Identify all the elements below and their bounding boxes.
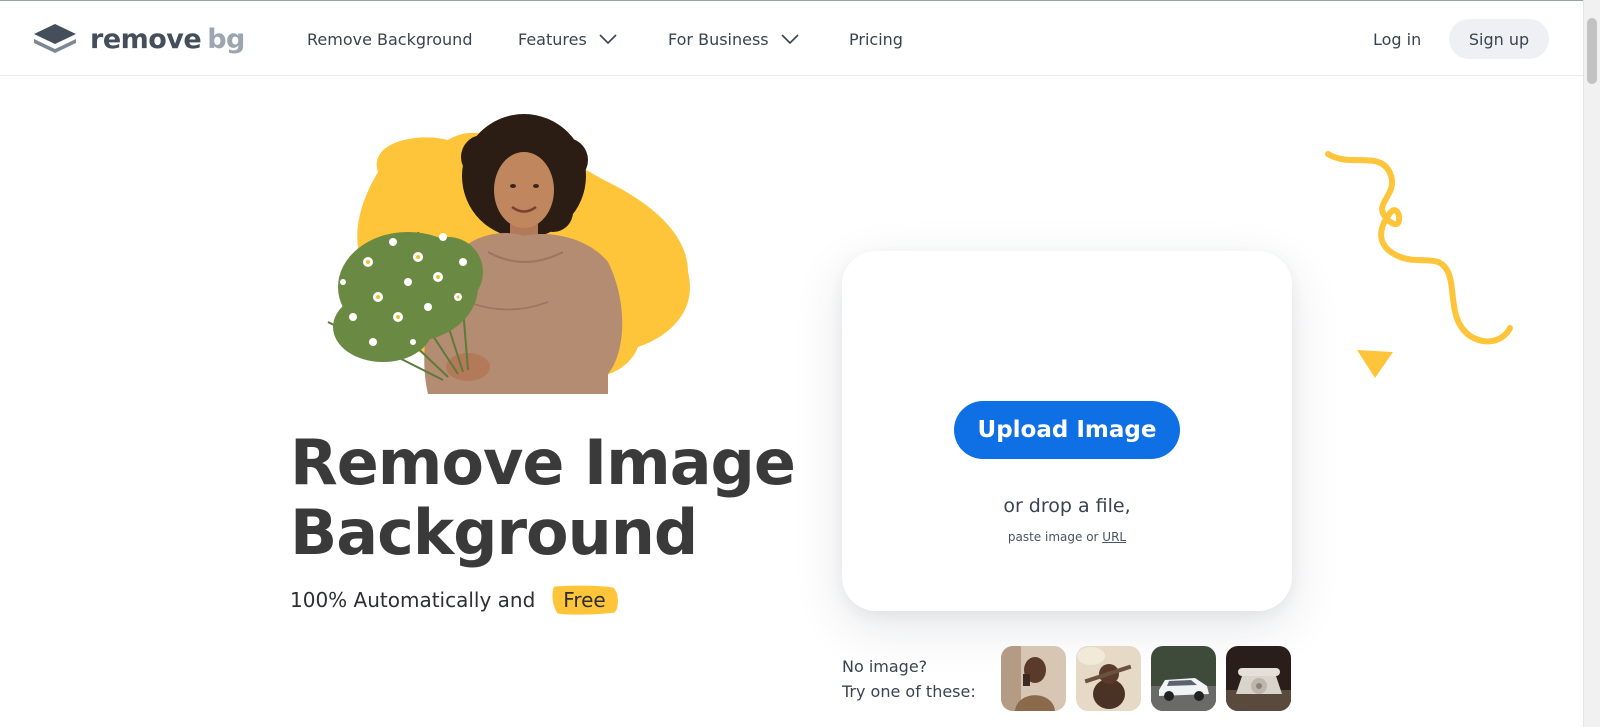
sample-thumbnails bbox=[1001, 646, 1291, 711]
sample-telephone-thumbnail[interactable] bbox=[1226, 646, 1291, 711]
nav-for-business-label: For Business bbox=[668, 29, 769, 49]
sample-person-thumbnail[interactable] bbox=[1001, 646, 1066, 711]
dog-thumbnail-image bbox=[1076, 646, 1141, 711]
sample-images-prompt: No image? Try one of these: bbox=[842, 654, 976, 704]
removebg-logo[interactable]: remove bg bbox=[32, 21, 245, 57]
person-thumbnail-image bbox=[1001, 646, 1066, 711]
free-badge: Free bbox=[549, 584, 619, 616]
logo-wordmark: remove bg bbox=[90, 23, 245, 55]
paste-hint: paste image or URL bbox=[842, 530, 1292, 544]
nav-remove-background[interactable]: Remove Background bbox=[307, 1, 472, 77]
top-navigation-bar: remove bg Remove Background Features For … bbox=[0, 0, 1583, 76]
page-scrollbar[interactable] bbox=[1583, 0, 1600, 727]
car-thumbnail-image bbox=[1151, 646, 1216, 711]
drop-file-text: or drop a file, bbox=[1003, 495, 1131, 517]
nav-remove-background-label: Remove Background bbox=[307, 29, 473, 49]
page-title: Remove Image Background bbox=[290, 426, 796, 569]
nav-pricing-label: Pricing bbox=[849, 29, 903, 49]
title-line-2: Background bbox=[290, 496, 698, 569]
sample-dog-thumbnail[interactable] bbox=[1076, 646, 1141, 711]
nav-features-label: Features bbox=[518, 29, 587, 49]
nav-for-business[interactable]: For Business bbox=[668, 1, 799, 77]
login-link[interactable]: Log in bbox=[1373, 1, 1421, 77]
signup-button[interactable]: Sign up bbox=[1449, 19, 1549, 59]
upload-image-button[interactable]: Upload Image bbox=[954, 401, 1180, 459]
sample-car-thumbnail[interactable] bbox=[1151, 646, 1216, 711]
yellow-squiggle-decoration bbox=[1325, 151, 1513, 345]
scrollbar-thumb[interactable] bbox=[1587, 18, 1597, 84]
yellow-triangle-decoration bbox=[1357, 350, 1393, 378]
nav-features[interactable]: Features bbox=[518, 1, 617, 77]
nav-pricing[interactable]: Pricing bbox=[849, 1, 903, 77]
paste-hint-text: paste image or bbox=[1007, 530, 1099, 544]
try-these-text: Try one of these: bbox=[842, 682, 976, 701]
title-line-1: Remove Image bbox=[290, 426, 796, 499]
no-image-text: No image? bbox=[842, 657, 928, 676]
chevron-down-icon bbox=[781, 34, 799, 44]
chevron-down-icon bbox=[599, 34, 617, 44]
upload-dropzone-card[interactable]: Upload Image or drop a file, paste image… bbox=[842, 251, 1292, 611]
url-link[interactable]: URL bbox=[1102, 530, 1126, 544]
logo-layers-icon bbox=[34, 24, 76, 53]
hero-subtitle: 100% Automatically and Free bbox=[290, 584, 620, 616]
free-badge-label: Free bbox=[563, 588, 606, 612]
telephone-thumbnail-image bbox=[1226, 646, 1291, 711]
subtitle-text: 100% Automatically and bbox=[290, 588, 536, 612]
hero-woman-with-flowers-image bbox=[327, 114, 690, 394]
